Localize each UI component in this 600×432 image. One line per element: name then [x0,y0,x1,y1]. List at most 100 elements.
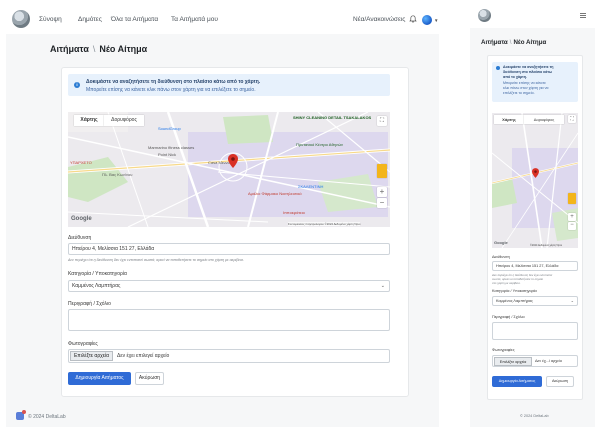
map-poi-label[interactable]: SoundGroup [158,126,181,131]
alert-line-2: Μπορείτε επίσης να κάνετε κλικ πάνω στον… [86,87,256,93]
nav-link-news[interactable]: Νέα/Ανακοινώσεις [353,16,405,23]
create-request-button[interactable]: Δημιουργία Αιτήματος [68,372,131,385]
mobile-view: Αιτήματα \ Νέο Αίτημα Δοκιμάστε να αναζητή… [470,4,595,427]
street-view-pegman-icon[interactable] [377,164,387,178]
zoom-out-button[interactable]: − [568,222,576,230]
location-map[interactable]: SoundGroup SHINY CLEANING DETAIL TSAKALA… [68,112,390,227]
map-tiles[interactable] [68,112,390,227]
chevron-down-icon[interactable]: ▼ [434,18,438,23]
alert-line: διεύθυνση στο πλαίσιο κάτω [503,70,552,74]
user-avatar[interactable] [422,15,432,25]
chevron-down-icon: ⌄ [570,298,574,303]
municipality-logo[interactable] [478,9,491,22]
map-type-tab-map[interactable]: Χάρτης [74,115,104,126]
top-navbar: Σύνοψη Δημότες Όλα τα Αιτήματα Τα Αιτήμα… [6,4,439,34]
photos-file-input[interactable]: Επιλέξτε αρχεία Δεν έχει επιλεγεί αρχείο [68,349,390,363]
category-selected-value: Καμμένος Λαμπτήρας [72,283,121,289]
info-icon: i [74,82,80,88]
map-poi-label[interactable]: Πρυτανικό Κέντρο Αθηνών [296,142,343,147]
description-label: Περιγραφή / Σχόλιο [68,301,111,307]
page-title: Αιτήματα \ Νέο Αίτημα [50,44,147,54]
address-hint: Δεν περιέχει ότι η διεύθυνση δεν έχει εν… [68,258,244,262]
address-hint: στο χάρτη με ακρίβεια. [492,281,521,285]
breadcrumb-current: Νέο Αίτημα [513,39,547,46]
nav-link-my-requests[interactable]: Τα Αιτήματά μου [171,16,218,23]
alert-line: από το χάρτη. [503,75,527,79]
location-marker-icon[interactable] [532,168,539,178]
address-label: Διεύθυνση [492,255,510,259]
alert-line: επιλέξετε το σημείο. [503,91,535,95]
nav-link-summary[interactable]: Σύνοψη [39,16,62,23]
breadcrumb-current: Νέο Αίτημα [99,44,148,54]
choose-files-button[interactable]: Επιλέξτε αρχεία [70,351,113,361]
cancel-button[interactable]: Ακύρωση [135,372,164,385]
location-marker-icon[interactable] [228,154,238,168]
fullscreen-icon[interactable]: ⛶ [377,116,387,126]
category-label: Κατηγορία / Υποκατηγορία [492,289,537,293]
map-type-tab-satellite[interactable]: Δορυφόρος [104,115,144,126]
request-form-card: i Δοκιμάστε να αναζητήσετε τη διεύθυνση … [61,67,409,397]
zoom-in-button[interactable]: + [568,213,576,221]
fullscreen-icon[interactable]: ⛶ [568,115,576,123]
map-poi-label[interactable]: ΥΠΑΡΧΕΤΟ [70,160,92,165]
desktop-view: Σύνοψη Δημότες Όλα τα Αιτήματα Τα Αιτήμα… [6,4,439,427]
cancel-button[interactable]: Ακύρωση [546,376,574,387]
bell-icon[interactable] [409,15,417,23]
map-type-tab-map[interactable]: Χάρτης [494,115,524,124]
category-select[interactable]: Καμμένος Λαμπτήρας ⌄ [492,296,578,306]
map-tiles[interactable] [492,113,578,248]
description-textarea[interactable] [68,309,390,331]
photos-file-input[interactable]: Επιλέξτε αρχεία Δεν έχ...ί αρχείο [492,355,578,367]
devtools-icon[interactable] [16,410,26,420]
address-label: Διεύθυνση [68,235,92,241]
municipality-logo[interactable] [12,10,30,28]
breadcrumb-separator: \ [92,44,96,54]
breadcrumb-parent[interactable]: Αιτήματα [50,44,89,54]
map-attribution[interactable]: ©2024 Δεδομένα χάρτη Όροι [530,244,562,247]
map-poi-label[interactable]: Casa Mezzo [208,160,230,165]
create-request-button[interactable]: Δημιουργία Αιτήματος [492,376,542,387]
category-selected-value: Καμμένος Λαμπτήρας [496,299,533,303]
alert-line: κλικ πάνω στον χάρτη για να [503,86,549,90]
nav-link-all-requests[interactable]: Όλα τα Αιτήματα [111,16,158,23]
map-poi-label[interactable]: Point Nick [158,152,176,157]
map-poi-label[interactable]: Ιπποκράτειο [283,210,305,215]
address-input[interactable]: Ηπείρου 4, Μελίσσια 151 27, Ελλάδα [492,261,578,271]
file-status: Δεν έχ...ί αρχείο [535,359,562,363]
category-select[interactable]: Καμμένος Λαμπτήρας ⌄ [68,280,390,292]
map-attribution[interactable]: Συντομεύσεις πληκτρολογίου ©2024 Δεδομέν… [288,222,361,226]
nav-link-citizens[interactable]: Δημότες [78,16,102,23]
zoom-out-button[interactable]: − [377,198,387,208]
page-title: Αιτήματα \ Νέο Αίτημα [481,39,546,46]
category-label: Κατηγορία / Υποκατηγορία [68,271,127,277]
address-input[interactable]: Ηπείρου 4, Μελίσσια 151 27, Ελλάδα [68,243,390,255]
map-poi-label[interactable]: SHINY CLEANING DETAIL TSAKALAKOS [293,115,371,120]
alert-line: Μπορείτε επίσης να κάνετε [503,81,546,85]
map-type-tab-satellite[interactable]: Δορυφόρος [524,115,564,124]
photos-label: Φωτογραφίες [492,348,515,352]
breadcrumb-separator: \ [509,39,512,46]
info-icon [496,66,500,70]
street-view-pegman-icon[interactable] [568,193,576,204]
description-label: Περιγραφή / Σχόλιο [492,315,525,319]
request-form-card: Δοκιμάστε να αναζητήσετε τη διεύθυνση στ… [487,55,583,400]
info-alert: i Δοκιμάστε να αναζητήσετε τη διεύθυνση … [68,74,390,96]
alert-line-1: Δοκιμάστε να αναζητήσετε τη διεύθυνση στ… [86,79,261,85]
footer-copyright: © 2024 DeltaLab [520,414,549,418]
google-logo: Google [71,216,92,222]
google-logo: Google [494,240,508,245]
choose-files-button[interactable]: Επιλέξτε αρχεία [494,357,532,366]
location-map[interactable]: Χάρτης Δορυφόρος ⛶ + − Google ©2024 Δεδο… [492,113,578,248]
map-poi-label[interactable]: Πλ. Βας Κων/νου [102,172,132,177]
map-poi-label[interactable]: Marmarino fitness classes [148,145,194,150]
photos-label: Φωτογραφίες [68,341,98,347]
description-textarea[interactable] [492,322,578,340]
file-status: Δεν έχει επιλεγεί αρχείο [117,353,170,359]
hamburger-menu-icon[interactable] [580,13,586,18]
map-poi-label[interactable]: ΣΚΑΛΕΝΤΙΝΗ [298,184,323,189]
map-poi-label[interactable]: Αμάλιο Φάρμακο Νοσηλευτικό [248,191,302,196]
breadcrumb-parent[interactable]: Αιτήματα [481,39,508,46]
alert-line: Δοκιμάστε να αναζητήσετε τη [503,65,554,69]
info-alert: Δοκιμάστε να αναζητήσετε τη διεύθυνση στ… [492,62,578,102]
zoom-in-button[interactable]: + [377,187,387,197]
